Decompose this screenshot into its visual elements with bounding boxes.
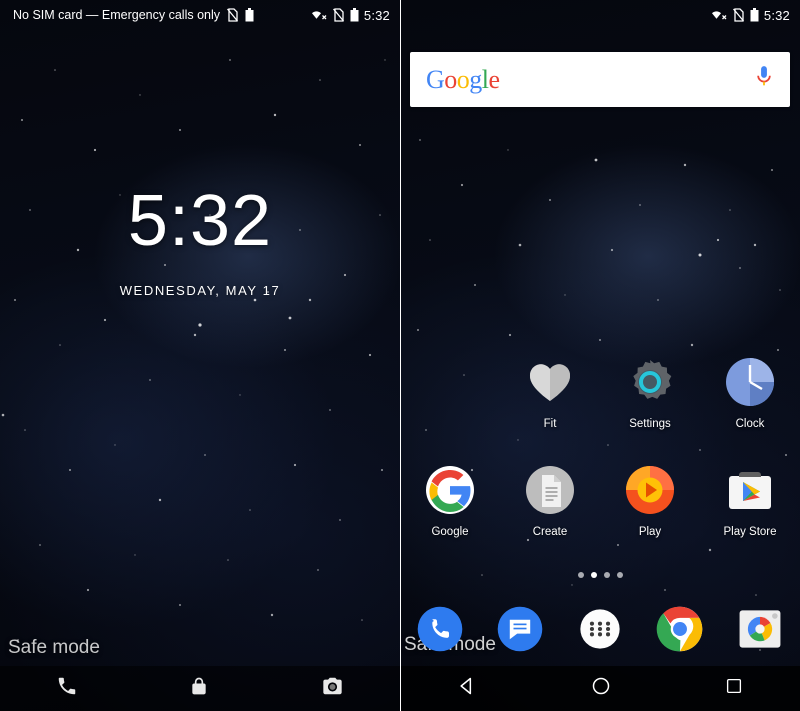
dock-camera[interactable] — [720, 603, 800, 655]
recents-button[interactable] — [725, 677, 743, 700]
app-cell-empty — [400, 355, 500, 463]
phone-screenshot-pair: No SIM card — Emergency calls only 5:32 … — [0, 0, 800, 711]
page-dot-active[interactable] — [590, 572, 597, 578]
google-logo-letter-l: l — [481, 64, 489, 94]
app-google[interactable]: Google — [400, 463, 500, 571]
google-logo-letter-g: g — [469, 64, 482, 94]
play-music-icon[interactable] — [622, 463, 678, 519]
status-bar-right: 5:32 — [311, 0, 390, 30]
google-logo-letter-e: e — [488, 64, 501, 94]
app-label: Play Store — [723, 526, 777, 538]
google-search-widget[interactable]: Google — [410, 52, 790, 107]
play-store-icon[interactable] — [722, 463, 778, 519]
google-logo-letter-o1: o — [444, 64, 457, 94]
no-sim-icon — [332, 8, 345, 22]
no-sim-icon — [226, 8, 239, 22]
wifi-off-icon — [311, 9, 327, 22]
wifi-off-icon — [711, 9, 727, 22]
fit-icon[interactable] — [522, 355, 578, 411]
safe-mode-label: Safe mode — [8, 637, 100, 658]
app-grid: Fit Settings Clock Google Create Play Pl… — [400, 355, 800, 571]
lockscreen-shortcut-bar — [0, 666, 400, 711]
page-indicator — [400, 572, 800, 578]
lockscreen-date: WEDNESDAY, MAY 17 — [119, 283, 281, 298]
microphone-icon[interactable] — [754, 64, 774, 95]
dock-chrome[interactable] — [640, 603, 720, 655]
page-dot[interactable] — [603, 572, 610, 578]
status-bar-clock: 5:32 — [363, 7, 390, 23]
homescreen-status-bar: 5:32 — [400, 0, 800, 30]
dock — [400, 594, 800, 664]
all-apps-button[interactable] — [560, 604, 640, 654]
battery-icon — [750, 8, 759, 22]
dock-messages[interactable] — [480, 603, 560, 655]
battery-icon — [350, 8, 359, 22]
camera-shortcut[interactable] — [321, 675, 344, 702]
app-label: Settings — [629, 418, 671, 430]
app-label: Fit — [543, 418, 557, 430]
lockscreen-status-bar: No SIM card — Emergency calls only 5:32 — [0, 0, 400, 30]
home-screen-panel: 5:32 Google Fit Settings Clock Google Cr… — [400, 0, 800, 711]
status-bar-right: 5:32 — [711, 0, 790, 30]
docs-icon[interactable] — [522, 463, 578, 519]
page-dot[interactable] — [616, 572, 623, 578]
app-label: Clock — [735, 418, 765, 430]
status-bar-clock: 5:32 — [763, 7, 790, 23]
status-bar-left: No SIM card — Emergency calls only — [0, 8, 254, 22]
chrome-icon — [656, 606, 703, 652]
app-label: Create — [532, 526, 568, 538]
app-label: Play — [638, 526, 662, 538]
app-play[interactable]: Play — [600, 463, 700, 571]
phone-icon — [417, 606, 463, 652]
lock-screen-panel: No SIM card — Emergency calls only 5:32 … — [0, 0, 400, 711]
google-logo-letter-o2: o — [456, 64, 470, 94]
app-fit[interactable]: Fit — [500, 355, 600, 463]
lock-indicator — [189, 675, 209, 702]
settings-icon[interactable] — [622, 355, 678, 411]
no-sim-icon — [732, 8, 745, 22]
app-create[interactable]: Create — [500, 463, 600, 571]
app-row-2: Google Create Play Play Store — [400, 463, 800, 571]
google-logo-letter-G: G — [426, 64, 445, 94]
dock-phone[interactable] — [400, 603, 480, 655]
page-dot[interactable] — [577, 572, 584, 578]
phone-shortcut[interactable] — [56, 675, 78, 702]
clock-icon[interactable] — [722, 355, 778, 411]
carrier-text: No SIM card — Emergency calls only — [13, 8, 221, 22]
apps-grid-icon — [580, 609, 620, 649]
panel-divider — [400, 0, 401, 711]
lockscreen-clock: 5:32 — [127, 181, 273, 261]
camera-icon — [739, 610, 781, 648]
back-button[interactable] — [457, 676, 477, 701]
app-label: Google — [431, 526, 469, 538]
app-row-1: Fit Settings Clock — [400, 355, 800, 463]
battery-icon — [245, 8, 254, 22]
google-logo: Google — [426, 65, 500, 95]
messages-icon — [497, 606, 543, 652]
google-icon[interactable] — [422, 463, 478, 519]
navigation-bar — [400, 666, 800, 711]
home-button[interactable] — [591, 676, 611, 701]
app-play-store[interactable]: Play Store — [700, 463, 800, 571]
starfield-left — [1, 59, 386, 641]
app-clock[interactable]: Clock — [700, 355, 800, 463]
app-settings[interactable]: Settings — [600, 355, 700, 463]
